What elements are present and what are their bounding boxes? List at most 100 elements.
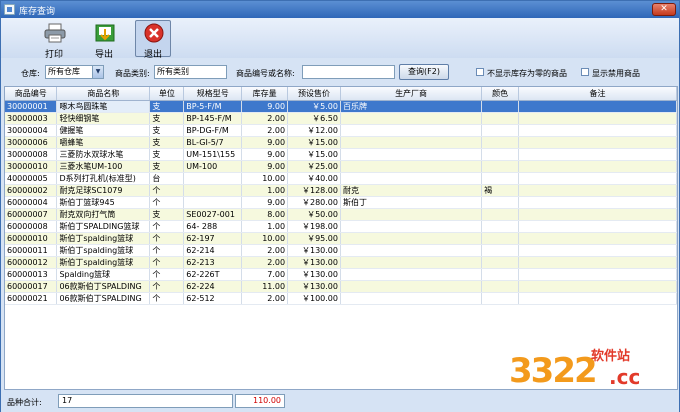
cell-note[interactable] xyxy=(518,112,677,125)
table-row[interactable]: 30000006 嚼蜂笔支 BL-GI-5/7 9.00 ￥15.00 xyxy=(5,136,677,149)
cell-qty[interactable]: 9.00 xyxy=(241,160,289,173)
cell-color[interactable] xyxy=(481,100,520,113)
cell-qty[interactable]: 2.00 xyxy=(241,292,289,305)
cell-maker[interactable] xyxy=(340,256,483,269)
table-row[interactable]: 60000007 耐克双向打气筒支 SE0027-001 8.00 ￥50.00 xyxy=(5,208,677,221)
cell-color[interactable] xyxy=(481,220,520,233)
cell-note[interactable] xyxy=(518,196,677,209)
cell-code[interactable]: 60000007 xyxy=(5,208,58,221)
cell-color[interactable] xyxy=(481,244,520,257)
cell-qty[interactable]: 2.00 xyxy=(241,256,289,269)
cell-unit[interactable]: 个 xyxy=(149,196,185,209)
cell-price[interactable]: ￥100.00 xyxy=(287,292,341,305)
cell-note[interactable] xyxy=(518,232,677,245)
cell-name[interactable]: 06款斯伯丁SPALDING xyxy=(56,280,151,293)
cell-price[interactable]: ￥130.00 xyxy=(287,280,341,293)
cell-name[interactable]: 斯伯丁spalding篮球 xyxy=(56,232,151,245)
cell-maker[interactable] xyxy=(340,172,483,185)
cell-code[interactable]: 30000003 xyxy=(5,112,58,125)
cell-color[interactable]: 褐 xyxy=(481,184,520,197)
cell-code[interactable]: 60000011 xyxy=(5,244,58,257)
cell-maker[interactable] xyxy=(340,148,483,161)
query-button[interactable]: 查询(F2) xyxy=(399,64,449,80)
cell-name[interactable]: 三菱水笔UM-100 xyxy=(56,160,151,173)
cell-code[interactable]: 60000017 xyxy=(5,280,58,293)
cell-spec[interactable]: 62-224 xyxy=(183,280,243,293)
cell-note[interactable] xyxy=(518,148,677,161)
table-row[interactable]: 60000021 06款斯伯丁SPALDING 个 62-512 2.00 ￥100.00 xyxy=(5,292,677,305)
cell-name[interactable]: Spalding篮球 xyxy=(56,268,151,281)
cell-price[interactable]: ￥6.50 xyxy=(287,112,341,125)
col-header-code[interactable]: 商品编号 xyxy=(5,87,58,101)
cell-note[interactable] xyxy=(518,268,677,281)
code-name-input[interactable] xyxy=(302,65,395,79)
print-button[interactable]: 打印 xyxy=(36,20,72,60)
cell-price[interactable]: ￥280.00 xyxy=(287,196,341,209)
cell-qty[interactable]: 1.00 xyxy=(241,220,289,233)
cell-unit[interactable]: 个 xyxy=(149,292,185,305)
cell-spec[interactable]: UM-100 xyxy=(183,160,243,173)
show-disabled-checkbox[interactable] xyxy=(581,68,589,76)
cell-price[interactable]: ￥15.00 xyxy=(287,136,341,149)
cell-price[interactable]: ￥130.00 xyxy=(287,256,341,269)
cell-maker[interactable]: 耐克 xyxy=(340,184,483,197)
cell-unit[interactable]: 支 xyxy=(149,208,185,221)
cell-maker[interactable] xyxy=(340,160,483,173)
cell-color[interactable] xyxy=(481,160,520,173)
cell-unit[interactable]: 支 xyxy=(149,112,185,125)
cell-unit[interactable]: 支 xyxy=(149,148,185,161)
cell-spec[interactable]: BP-5-F/M xyxy=(183,100,243,113)
cell-note[interactable] xyxy=(518,136,677,149)
cell-qty[interactable]: 10.00 xyxy=(241,232,289,245)
cell-note[interactable] xyxy=(518,220,677,233)
cell-qty[interactable]: 10.00 xyxy=(241,172,289,185)
cell-qty[interactable]: 2.00 xyxy=(241,112,289,125)
cell-note[interactable] xyxy=(518,100,677,113)
cell-note[interactable] xyxy=(518,184,677,197)
cell-unit[interactable]: 个 xyxy=(149,232,185,245)
cell-code[interactable]: 60000002 xyxy=(5,184,58,197)
table-row[interactable]: 30000001 啄木鸟圆珠笔支 BP-5-F/M 9.00 ￥5.00 百乐牌 xyxy=(5,100,677,113)
cell-code[interactable]: 60000021 xyxy=(5,292,58,305)
cell-unit[interactable]: 个 xyxy=(149,280,185,293)
cell-maker[interactable]: 百乐牌 xyxy=(340,100,483,113)
table-row[interactable]: 40000005 D系列打孔机(标准型) 台 10.00 ￥40.00 xyxy=(5,172,677,185)
cell-color[interactable] xyxy=(481,112,520,125)
cell-note[interactable] xyxy=(518,208,677,221)
cell-price[interactable]: ￥128.00 xyxy=(287,184,341,197)
cell-maker[interactable] xyxy=(340,220,483,233)
cell-spec[interactable]: 62-213 xyxy=(183,256,243,269)
cell-spec[interactable] xyxy=(183,172,243,185)
cell-maker[interactable] xyxy=(340,232,483,245)
cell-maker[interactable] xyxy=(340,292,483,305)
cell-name[interactable]: 耐克双向打气筒 xyxy=(56,208,151,221)
cell-qty[interactable]: 8.00 xyxy=(241,208,289,221)
cell-color[interactable] xyxy=(481,124,520,137)
cell-spec[interactable]: SE0027-001 xyxy=(183,208,243,221)
cell-color[interactable] xyxy=(481,280,520,293)
cell-unit[interactable]: 支 xyxy=(149,136,185,149)
table-row[interactable]: 60000010 斯伯丁spalding篮球个 62-197 10.00 ￥95.00 xyxy=(5,232,677,245)
cell-spec[interactable] xyxy=(183,196,243,209)
cell-maker[interactable] xyxy=(340,136,483,149)
cell-maker[interactable] xyxy=(340,268,483,281)
exit-button[interactable]: 退出 xyxy=(135,20,171,60)
table-row[interactable]: 30000010 三菱水笔UM-100 支 UM-100 9.00 ￥25.00 xyxy=(5,160,677,173)
cell-code[interactable]: 60000012 xyxy=(5,256,58,269)
cell-price[interactable]: ￥15.00 xyxy=(287,148,341,161)
cell-maker[interactable] xyxy=(340,112,483,125)
table-row[interactable]: 30000003 轻快细钢笔支 BP-145-F/M 2.00 ￥6.50 xyxy=(5,112,677,125)
table-row[interactable]: 60000004 斯伯丁篮球945 个 9.00 ￥280.00 斯伯丁 xyxy=(5,196,677,209)
cell-qty[interactable]: 2.00 xyxy=(241,124,289,137)
cell-unit[interactable]: 支 xyxy=(149,160,185,173)
cell-code[interactable]: 30000008 xyxy=(5,148,58,161)
cell-maker[interactable] xyxy=(340,124,483,137)
cell-code[interactable]: 60000013 xyxy=(5,268,58,281)
col-header-spec[interactable]: 规格型号 xyxy=(183,87,243,101)
cell-color[interactable] xyxy=(481,136,520,149)
cell-qty[interactable]: 9.00 xyxy=(241,136,289,149)
cell-qty[interactable]: 9.00 xyxy=(241,148,289,161)
cell-color[interactable] xyxy=(481,256,520,269)
cell-note[interactable] xyxy=(518,124,677,137)
table-row[interactable]: 60000011 斯伯丁spalding篮球个 62-214 2.00 ￥130.00 xyxy=(5,244,677,257)
